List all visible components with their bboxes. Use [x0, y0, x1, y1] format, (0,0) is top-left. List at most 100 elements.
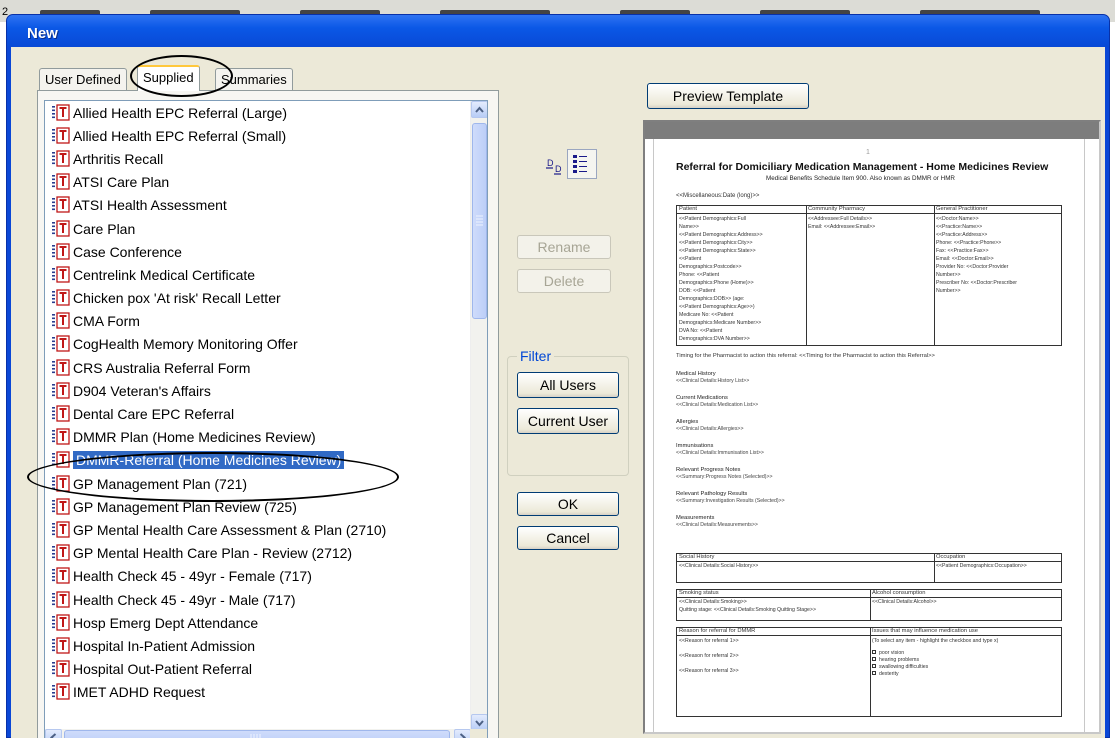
template-list-item[interactable]: Allied Health EPC Referral (Large)	[45, 101, 471, 124]
preview-section-heading: Immunisations	[676, 443, 714, 449]
table-cell: <<Patient Demographics:Occupation>>	[936, 563, 1027, 569]
table-cell: <<Reason for referral 1>>	[679, 638, 739, 644]
preview-line: <<Patient	[679, 256, 702, 262]
template-list-item[interactable]: Care Plan	[45, 217, 471, 240]
table-header: Alcohol consumption	[872, 590, 926, 596]
document-template-icon	[51, 312, 71, 330]
preview-line: DVA No: <<Patient	[679, 328, 723, 334]
table-cell: Quitting stage: <<Clinical Details:Smoki…	[679, 607, 816, 613]
document-template-icon	[51, 567, 71, 585]
document-template-icon	[51, 103, 71, 122]
template-list-item[interactable]: Arthritis Recall	[45, 147, 471, 170]
template-name: GP Mental Health Care Assessment & Plan …	[73, 521, 387, 538]
ok-button[interactable]: OK	[517, 492, 619, 516]
template-list-item[interactable]: Allied Health EPC Referral (Small)	[45, 124, 471, 147]
preview-section-value: <<Summary:Progress Notes (Selected)>>	[676, 474, 773, 480]
document-template-icon	[51, 637, 71, 655]
issues-checklist: poor vision hearing problems swallowing di…	[872, 650, 928, 678]
template-list-item[interactable]: Hospital Out-Patient Referral	[45, 658, 471, 681]
scroll-thumb[interactable]	[472, 123, 487, 319]
template-list-item[interactable]: ATSI Care Plan	[45, 171, 471, 194]
table-cell: (To select any item - highlight the chec…	[872, 638, 999, 644]
template-name: Allied Health EPC Referral (Small)	[73, 127, 287, 144]
template-list-item[interactable]: GP Management Plan (721)	[45, 472, 471, 495]
preview-section-value: <<Summary:Investigation Results (Selecte…	[676, 498, 785, 504]
document-template-icon	[51, 474, 71, 493]
template-list-item[interactable]: D904 Veteran's Affairs	[45, 379, 471, 402]
all-users-button[interactable]: All Users	[517, 372, 619, 398]
template-list-item[interactable]: Hospital In-Patient Admission	[45, 634, 471, 657]
tab-user-defined[interactable]: User Defined	[39, 68, 127, 90]
scroll-right-button[interactable]	[454, 729, 471, 738]
rename-button[interactable]: Rename	[517, 235, 611, 259]
template-list-item[interactable]: CRS Australia Referral Form	[45, 356, 471, 379]
preview-section-value: <<Clinical Details:Measurements>>	[676, 522, 758, 528]
template-list-item[interactable]: Health Check 45 - 49yr - Female (717)	[45, 565, 471, 588]
preview-line: <<Patient Demographics:Age>>)	[679, 304, 755, 310]
chevron-up-icon	[475, 106, 484, 113]
preview-section-value: <<Clinical Details:Immunisation List>>	[676, 450, 764, 456]
preview-line: Phone: <<Patient	[679, 272, 720, 278]
template-preview: 1 Referral for Domiciliary Medication Ma…	[643, 120, 1101, 734]
template-list-item[interactable]: GP Management Plan Review (725)	[45, 495, 471, 518]
preview-misc: <<Miscellaneous:Date (long)>>	[676, 193, 760, 199]
tab-supplied[interactable]: Supplied	[137, 65, 200, 91]
checkbox-icon	[872, 664, 876, 668]
template-list-item[interactable]: Health Check 45 - 49yr - Male (717)	[45, 588, 471, 611]
document-template-icon	[51, 428, 71, 446]
template-name: CogHealth Memory Monitoring Offer	[73, 336, 298, 353]
template-list-items: Allied Health EPC Referral (Large) Allied…	[45, 101, 471, 731]
template-list-item[interactable]: GP Mental Health Care Plan - Review (271…	[45, 542, 471, 565]
checkbox-icon	[872, 657, 876, 661]
template-list-item[interactable]: CMA Form	[45, 310, 471, 333]
template-name: ATSI Care Plan	[73, 174, 170, 191]
list-view-button[interactable]	[567, 149, 597, 179]
tab-summaries[interactable]: Summaries	[215, 68, 293, 90]
template-list-item[interactable]: DMMR Plan (Home Medicines Review)	[45, 426, 471, 449]
template-name: Hospital In-Patient Admission	[73, 637, 256, 654]
document-template-icon	[51, 127, 71, 145]
current-user-button[interactable]: Current User	[517, 408, 619, 434]
delete-button[interactable]: Delete	[517, 269, 611, 293]
window-title: New	[27, 25, 58, 42]
document-template-icon	[51, 335, 71, 353]
template-list-item[interactable]: ATSI Health Assessment	[45, 194, 471, 217]
template-name: Case Conference	[73, 243, 182, 260]
preview-section-value: <<Clinical Details:History List>>	[676, 378, 750, 384]
document-template-icon	[51, 289, 71, 307]
template-list-item[interactable]: DMMR-Referral (Home Medicines Review)	[45, 449, 471, 472]
template-list-item[interactable]: Hosp Emerg Dept Attendance	[45, 611, 471, 634]
preview-contact-table: Patient Community Pharmacy General Pract…	[676, 205, 1062, 346]
cancel-button[interactable]: Cancel	[517, 526, 619, 550]
document-template-icon	[51, 219, 71, 238]
preview-line: Number>>	[936, 288, 961, 294]
template-name: ATSI Health Assessment	[73, 197, 227, 214]
document-template-icon	[51, 243, 71, 261]
table-cell: <<Clinical Details:Social History>>	[679, 563, 759, 569]
template-list-item[interactable]: CogHealth Memory Monitoring Offer	[45, 333, 471, 356]
template-name: DMMR Plan (Home Medicines Review)	[73, 429, 316, 446]
preview-line: <<Doctor:Name>>	[936, 216, 979, 222]
scroll-thumb[interactable]	[64, 730, 450, 738]
preview-line: <<Patient Demographics:City>>	[679, 240, 753, 246]
document-template-icon	[51, 590, 71, 609]
document-template-icon	[51, 266, 71, 284]
preview-line: Medicare No: <<Patient	[679, 312, 734, 318]
horizontal-scrollbar[interactable]	[45, 729, 471, 738]
template-list-item[interactable]: Chicken pox 'At risk' Recall Letter	[45, 287, 471, 310]
template-list-item[interactable]: GP Mental Health Care Assessment & Plan …	[45, 518, 471, 541]
preview-line: <<Patient Demographics:State>>	[679, 248, 756, 254]
template-list-item[interactable]: Dental Care EPC Referral	[45, 402, 471, 425]
preview-section-heading: Measurements	[676, 515, 715, 521]
preview-template-button[interactable]: Preview Template	[647, 83, 809, 109]
title-bar[interactable]: New	[7, 15, 1109, 47]
template-list-item[interactable]: Case Conference	[45, 240, 471, 263]
template-list[interactable]: Allied Health EPC Referral (Large) Allied…	[44, 100, 488, 738]
vertical-scrollbar[interactable]	[470, 101, 487, 731]
scroll-left-button[interactable]	[45, 729, 62, 738]
template-list-item[interactable]: IMET ADHD Request	[45, 681, 471, 704]
preview-smoking-table: Smoking status Alcohol consumption <<Cli…	[676, 589, 1062, 621]
template-list-item[interactable]: Centrelink Medical Certificate	[45, 263, 471, 286]
scroll-up-button[interactable]	[471, 101, 487, 118]
large-icon-view-button[interactable]: D D	[540, 151, 566, 177]
